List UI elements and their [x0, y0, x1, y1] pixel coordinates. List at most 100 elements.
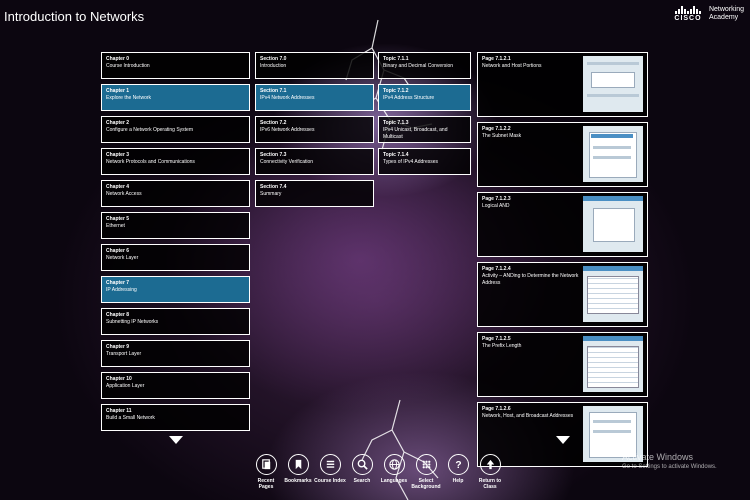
page-number: Page 7.1.2.1	[482, 56, 511, 62]
section-item[interactable]: Section 7.3 Connectivity Verification	[255, 148, 374, 175]
topic-item[interactable]: Topic 7.1.2 IPv4 Address Structure	[378, 84, 471, 111]
chapter-label: Course Introduction	[106, 63, 150, 69]
topic-label: IPv4 Address Structure	[383, 95, 435, 101]
chapter-label: Ethernet	[106, 223, 125, 229]
page-thumbnail	[583, 56, 643, 112]
toolbar-label: Recent Pages	[257, 478, 275, 490]
chapter-item[interactable]: Chapter 9 Transport Layer	[101, 340, 250, 367]
page-label: Network and Host Portions	[482, 63, 542, 69]
chapter-item[interactable]: Chapter 8 Subnetting IP Networks	[101, 308, 250, 335]
page-item[interactable]: Page 7.1.2.4 Activity – ANDing to Determi…	[477, 262, 648, 327]
topic-label: Types of IPv4 Addresses	[383, 159, 439, 165]
topic-item[interactable]: Topic 7.1.1 Binary and Decimal Conversion	[378, 52, 471, 79]
svg-text:?: ?	[455, 460, 461, 471]
activate-windows-watermark: Activate Windows Go to Settings to activ…	[622, 452, 717, 470]
chapters-column: Chapter 0 Course Introduction Chapter 1 Exp…	[101, 52, 250, 436]
logo-line-1: Networking	[708, 6, 744, 13]
app-title: Introduction to Networks	[4, 9, 145, 24]
languages-button[interactable]: Languages	[378, 454, 410, 490]
chapter-number: Chapter 8	[106, 312, 130, 318]
chapter-label: Transport Layer	[106, 351, 142, 357]
page-number: Page 7.1.2.4	[482, 266, 511, 272]
topic-item[interactable]: Topic 7.1.3 IPv4 Unicast, Broadcast, and …	[378, 116, 471, 143]
bottom-toolbar: Recent Pages Bookmarks Course Index Search L…	[250, 454, 506, 490]
topic-item[interactable]: Topic 7.1.4 Types of IPv4 Addresses	[378, 148, 471, 175]
page-number: Page 7.1.2.2	[482, 126, 511, 132]
page-thumbnail	[583, 266, 643, 322]
topic-number: Topic 7.1.3	[383, 120, 409, 126]
watermark-subtitle: Go to Settings to activate Windows.	[622, 464, 717, 470]
page-number: Page 7.1.2.5	[482, 336, 511, 342]
chapter-label: Network Protocols and Communications	[106, 159, 195, 165]
section-item[interactable]: Section 7.0 Introduction	[255, 52, 374, 79]
chapter-item[interactable]: Chapter 5 Ethernet	[101, 212, 250, 239]
help-icon: ?	[447, 454, 469, 475]
select-background-button[interactable]: Select Background	[410, 454, 442, 490]
chapter-item[interactable]: Chapter 3 Network Protocols and Communica…	[101, 148, 250, 175]
section-number: Section 7.0	[260, 56, 287, 62]
chapter-number: Chapter 2	[106, 120, 130, 126]
chapter-item[interactable]: Chapter 10 Application Layer	[101, 372, 250, 399]
chapter-label: Subnetting IP Networks	[106, 319, 159, 325]
chapter-number: Chapter 10	[106, 376, 132, 382]
toolbar-label: Course Index	[314, 478, 346, 484]
chapter-label: Build a Small Network	[106, 415, 155, 421]
page-item[interactable]: Page 7.1.2.1 Network and Host Portions	[477, 52, 648, 117]
chapter-item[interactable]: Chapter 11 Build a Small Network	[101, 404, 250, 431]
section-item[interactable]: Section 7.2 IPv6 Network Addresses	[255, 116, 374, 143]
section-label: Introduction	[260, 63, 287, 69]
topic-number: Topic 7.1.1	[383, 56, 409, 62]
section-item[interactable]: Section 7.1 IPv4 Network Addresses	[255, 84, 374, 111]
bookmarks-button[interactable]: Bookmarks	[282, 454, 314, 490]
page-item[interactable]: Page 7.1.2.5 The Prefix Length	[477, 332, 648, 397]
search-icon	[351, 454, 373, 475]
chapter-label: Network Layer	[106, 255, 139, 261]
section-number: Section 7.1	[260, 88, 287, 94]
chapter-item[interactable]: Chapter 0 Course Introduction	[101, 52, 250, 79]
topic-number: Topic 7.1.4	[383, 152, 409, 158]
help-button[interactable]: ? Help	[442, 454, 474, 490]
chapter-number: Chapter 7	[106, 280, 130, 286]
pages-column: Page 7.1.2.1 Network and Host Portions Pag…	[477, 52, 648, 472]
section-label: Summary	[260, 191, 282, 197]
toolbar-label: Search	[353, 478, 371, 484]
pages-scroll-down-icon[interactable]	[556, 436, 570, 444]
recent-pages-button[interactable]: Recent Pages	[250, 454, 282, 490]
sections-column: Section 7.0 Introduction Section 7.1 IPv4 N…	[255, 52, 374, 212]
return-to-class-button[interactable]: Return to Class	[474, 454, 506, 490]
page-label: Activity – ANDing to Determine the Netwo…	[482, 273, 579, 286]
arrow-up-icon	[479, 454, 501, 475]
chapter-number: Chapter 6	[106, 248, 130, 254]
grid-icon	[415, 454, 437, 475]
chapter-number: Chapter 5	[106, 216, 130, 222]
search-button[interactable]: Search	[346, 454, 378, 490]
toolbar-label: Bookmarks	[284, 478, 312, 484]
chapter-label: Configure a Network Operating System	[106, 127, 193, 133]
page-label: Network, Host, and Broadcast Addresses	[482, 413, 574, 419]
chapter-number: Chapter 11	[106, 408, 132, 414]
page-number: Page 7.1.2.3	[482, 196, 511, 202]
course-index-button[interactable]: Course Index	[314, 454, 346, 490]
cisco-bars-icon	[670, 6, 706, 14]
toolbar-label: Return to Class	[478, 478, 502, 490]
section-label: Connectivity Verification	[260, 159, 314, 165]
section-item[interactable]: Section 7.4 Summary	[255, 180, 374, 207]
toolbar-label: Languages	[380, 478, 408, 484]
chapter-item[interactable]: Chapter 2 Configure a Network Operating S…	[101, 116, 250, 143]
chapter-item[interactable]: Chapter 7 IP Addressing	[101, 276, 250, 303]
chapter-number: Chapter 1	[106, 88, 130, 94]
cisco-networking-academy-logo: CISCO Networking Academy	[670, 6, 744, 22]
chapters-scroll-down-icon[interactable]	[169, 436, 183, 444]
page-item[interactable]: Page 7.1.2.2 The Subnet Mask	[477, 122, 648, 187]
section-number: Section 7.3	[260, 152, 287, 158]
topics-column: Topic 7.1.1 Binary and Decimal Conversion…	[378, 52, 471, 180]
toolbar-label: Help	[452, 478, 464, 484]
chapter-item[interactable]: Chapter 6 Network Layer	[101, 244, 250, 271]
chapter-item[interactable]: Chapter 1 Explore the Network	[101, 84, 250, 111]
page-item[interactable]: Page 7.1.2.3 Logical AND	[477, 192, 648, 257]
page-thumbnail	[583, 196, 643, 252]
logo-line-2: Academy	[708, 14, 739, 21]
chapter-label: Application Layer	[106, 383, 145, 389]
chapter-item[interactable]: Chapter 4 Network Access	[101, 180, 250, 207]
chapter-label: Network Access	[106, 191, 142, 197]
